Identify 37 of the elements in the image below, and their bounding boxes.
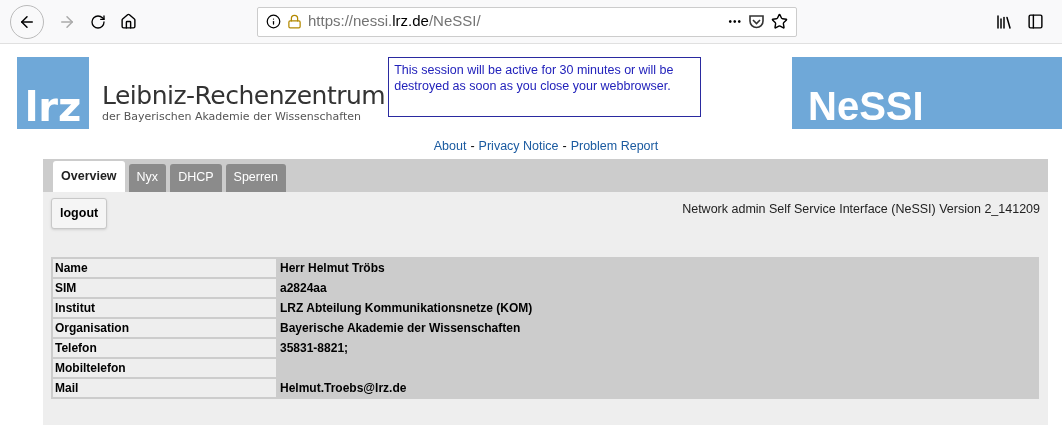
row-label: Organisation — [53, 318, 276, 337]
logo-subtitle: der Bayerischen Akademie der Wissenschaften — [102, 110, 362, 123]
row-value: a2824aa — [279, 279, 328, 297]
row-value: 35831-8821; — [279, 339, 350, 357]
bookmark-star-icon[interactable] — [771, 13, 788, 30]
reload-icon[interactable] — [90, 13, 106, 30]
info-icon[interactable] — [266, 14, 281, 29]
home-icon[interactable] — [120, 13, 137, 30]
row-label: Mobiltelefon — [53, 358, 276, 377]
header-link[interactable]: Problem Report — [570, 137, 659, 156]
pocket-icon[interactable] — [748, 13, 765, 30]
row-label: SIM — [53, 278, 276, 297]
url-text: https://nessi.lrz.de/NeSSI/ — [308, 11, 481, 32]
session-notice: This session will be active for 30 minutes or will be destroyed as soon as you close your webbrowser. — [388, 57, 702, 117]
sidebar-icon[interactable] — [1027, 13, 1044, 30]
tab[interactable]: Overview — [53, 160, 125, 192]
row-label: Mail — [53, 378, 276, 397]
link-separator: - — [562, 138, 567, 155]
banner-title: NeSSI — [808, 86, 924, 126]
header-link[interactable]: Privacy Notice — [478, 137, 559, 156]
row-value: Bayerische Akademie der Wissenschaften — [279, 319, 522, 337]
logo-mark: lrz — [24, 87, 82, 127]
row-value: Herr Helmut Tröbs — [279, 259, 386, 277]
address-bar[interactable]: https://nessi.lrz.de/NeSSI/ ••• — [257, 6, 797, 37]
row-value: LRZ Abteilung Kommunikationsnetze (KOM) — [279, 299, 534, 317]
more-button[interactable]: ••• — [728, 14, 742, 29]
row-label: Telefon — [53, 338, 276, 357]
row-label: Institut — [53, 298, 276, 317]
library-icon[interactable] — [995, 12, 1013, 31]
version-text: Network admin Self Service Interface (NeSSI) Version 2_141209 — [682, 200, 1040, 218]
row-value: Helmut.Troebs@lrz.de — [279, 379, 408, 397]
header-link[interactable]: About — [433, 137, 467, 156]
row-label: Name — [53, 258, 276, 277]
warning-lock-icon[interactable] — [287, 14, 302, 29]
link-separator: - — [470, 138, 475, 155]
logo-title: Leibniz-Rechenzentrum — [102, 82, 386, 110]
logout-button[interactable]: logout — [51, 197, 108, 229]
